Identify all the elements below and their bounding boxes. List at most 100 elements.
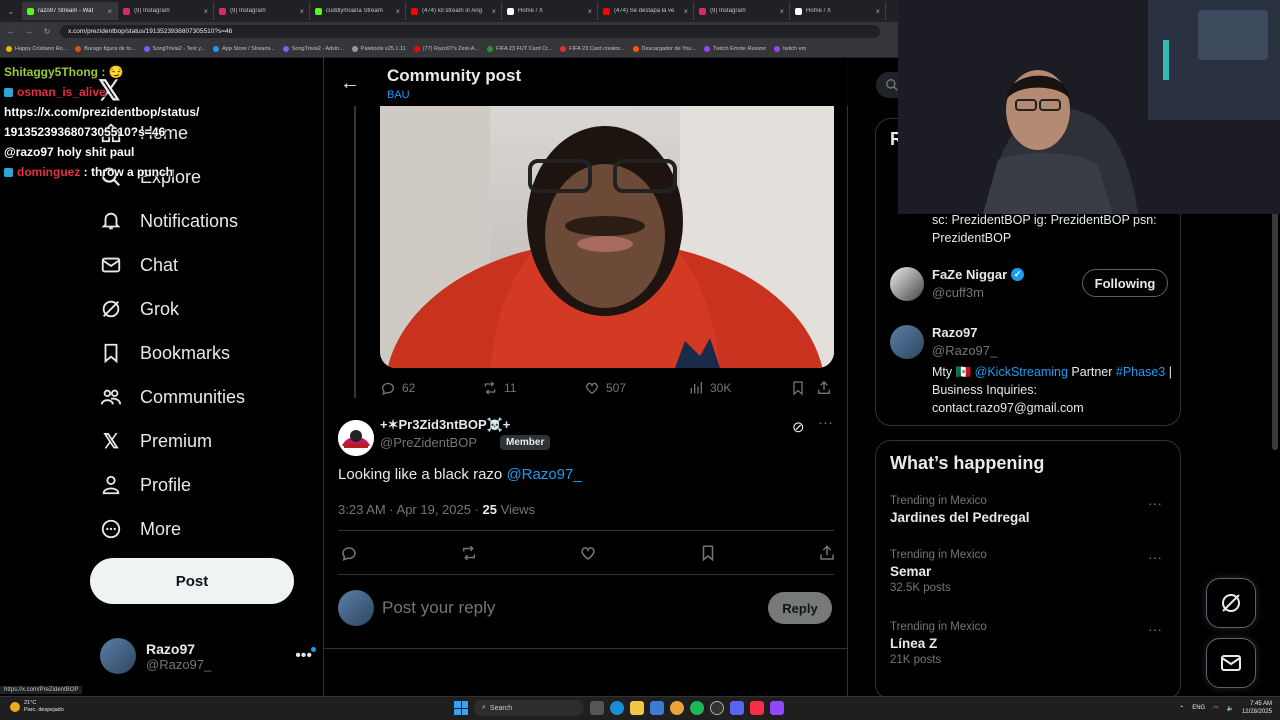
close-icon[interactable]: ×	[875, 7, 880, 16]
nav-item-bookmarks[interactable]: Bookmarks	[100, 342, 230, 364]
repost-action[interactable]: 11	[482, 380, 584, 396]
bookmark-icon[interactable]	[699, 544, 717, 567]
bookmark-item[interactable]: Happy Cristiano Ro...	[6, 45, 67, 52]
reply-action[interactable]: 62	[380, 380, 482, 396]
grok-icon[interactable]: ⊘	[792, 418, 805, 436]
nav-label: Profile	[140, 474, 192, 495]
more-icon[interactable]: ···	[1148, 621, 1162, 637]
trend-item[interactable]: Trending in Mexico Línea Z 21K posts ···	[890, 621, 1170, 666]
author-handle[interactable]: @PreZidentBOP	[380, 435, 477, 450]
close-icon[interactable]: ×	[299, 7, 304, 16]
reload-icon[interactable]: ↻	[42, 27, 52, 36]
bookmark-item[interactable]: Burago figura de to...	[75, 45, 136, 52]
weather-widget[interactable]: 21°C Parc. despejado	[10, 700, 64, 714]
wifi-icon[interactable]: ◠	[1213, 705, 1218, 712]
repost-icon[interactable]	[460, 544, 478, 567]
post-media-image[interactable]	[380, 106, 834, 368]
chrome-icon[interactable]	[670, 701, 684, 715]
bookmark-item[interactable]: Paletools v25.1.11	[351, 45, 406, 52]
views-action[interactable]: 30K	[688, 380, 790, 396]
like-action[interactable]: 507	[584, 380, 688, 396]
more-icon[interactable]: ···	[1148, 495, 1162, 511]
windows-start-icon[interactable]	[454, 701, 468, 715]
mention-link[interactable]: @KickStreaming	[975, 365, 1068, 379]
nav-item-profile[interactable]: Profile	[100, 474, 191, 496]
browser-tab[interactable]: Home / X ×	[502, 2, 598, 20]
author-name[interactable]: +✶Pr3Zid3ntBOP☠️+	[380, 417, 510, 433]
messages-fab-button[interactable]	[1206, 638, 1256, 688]
file-explorer-icon[interactable]	[630, 701, 644, 715]
obs-icon[interactable]	[710, 701, 724, 715]
browser-tab[interactable]: (474) Se destapa la ve ×	[598, 2, 694, 20]
nav-item-communities[interactable]: Communities	[100, 386, 245, 408]
bookmark-item[interactable]: SongTrivia2 - Advin...	[282, 45, 344, 52]
account-switcher[interactable]: Razo97 @Razo97_ •••	[100, 638, 316, 674]
close-icon[interactable]: ×	[491, 7, 496, 16]
chevron-up-icon[interactable]: ⌃	[1179, 705, 1184, 712]
close-icon[interactable]: ×	[683, 7, 688, 16]
volume-icon[interactable]: 🔈	[1226, 705, 1233, 712]
edge-icon[interactable]	[610, 701, 624, 715]
bookmark-action[interactable]	[790, 380, 816, 396]
forward-icon[interactable]: →	[24, 27, 34, 36]
bookmark-item[interactable]: Descargador de You...	[632, 45, 696, 52]
browser-tab[interactable]: Home / X ×	[790, 2, 886, 20]
account-name: Razo97	[146, 640, 196, 657]
nav-item-chat[interactable]: Chat	[100, 254, 178, 276]
bookmark-item[interactable]: twitch em	[774, 45, 806, 52]
browser-tab[interactable]: (474) lol stream in Ang ×	[406, 2, 502, 20]
following-button[interactable]: Following	[1082, 269, 1168, 297]
post-button[interactable]: Post	[90, 558, 294, 604]
music-icon[interactable]	[750, 701, 764, 715]
tab-search-button[interactable]: ⌄	[4, 4, 18, 18]
store-icon[interactable]	[650, 701, 664, 715]
trend-item[interactable]: Trending in Mexico Jardines del Pedregal…	[890, 495, 1170, 525]
taskbar-search[interactable]: ⌕ Search	[474, 700, 584, 716]
browser-tab[interactable]: (9) Instagram ×	[694, 2, 790, 20]
more-icon[interactable]: ···	[1148, 549, 1162, 565]
bookmark-item[interactable]: (77) Razo97's Zest-A...	[413, 45, 479, 52]
task-view-icon[interactable]	[590, 701, 604, 715]
mention-link[interactable]: @Razo97_	[506, 466, 581, 483]
taskbar: 21°C Parc. despejado ⌕ Search ⌃ ENG ◠ 🔈 7:…	[0, 696, 1280, 720]
nav-item-notifications[interactable]: Notifications	[100, 210, 238, 232]
url-input[interactable]: x.com/prezidentbop/status/19135239368073…	[60, 24, 880, 38]
close-icon[interactable]: ×	[203, 7, 208, 16]
clock[interactable]: 7:45 AM 12/28/2025	[1242, 700, 1272, 716]
reply-input[interactable]: Post your reply	[382, 598, 495, 618]
more-icon[interactable]: ···	[818, 414, 833, 431]
share-icon[interactable]	[818, 544, 836, 567]
bookmark-item[interactable]: FIFA 23 FUT Card Cr...	[487, 45, 552, 52]
avatar[interactable]	[338, 420, 374, 456]
back-icon[interactable]: ←	[6, 27, 16, 36]
back-arrow-icon[interactable]: ←	[340, 72, 360, 95]
reply-button[interactable]: Reply	[768, 592, 832, 624]
bookmark-item[interactable]: Twitch Emote Resizer	[703, 45, 766, 52]
grok-fab-button[interactable]	[1206, 578, 1256, 628]
trend-item[interactable]: Trending in Mexico Semar 32.5K posts ···	[890, 549, 1170, 594]
hashtag-link[interactable]: #Phase3	[1116, 365, 1165, 379]
spotify-icon[interactable]	[690, 701, 704, 715]
more-icon[interactable]: •••	[295, 647, 316, 665]
bookmark-item[interactable]: App Store / Streami...	[213, 45, 275, 52]
community-link[interactable]: BAU	[387, 89, 410, 101]
browser-tab[interactable]: (9) Instagram ×	[118, 2, 214, 20]
discord-icon[interactable]	[730, 701, 744, 715]
nav-item-more[interactable]: More	[100, 518, 181, 540]
nav-item-grok[interactable]: Grok	[100, 298, 179, 320]
language-indicator[interactable]: ENG	[1192, 705, 1205, 711]
browser-tab[interactable]: razo97 Stream - Wat ×	[22, 2, 118, 20]
nav-item-premium[interactable]: 𝕏 Premium	[100, 430, 212, 453]
close-icon[interactable]: ×	[779, 7, 784, 16]
close-icon[interactable]: ×	[395, 7, 400, 16]
twitch-icon[interactable]	[770, 701, 784, 715]
share-action[interactable]	[816, 380, 832, 396]
heart-icon[interactable]	[579, 544, 597, 567]
close-icon[interactable]: ×	[107, 7, 112, 16]
close-icon[interactable]: ×	[587, 7, 592, 16]
bookmark-item[interactable]: FIFA 23 Card creator...	[560, 45, 625, 52]
browser-tab[interactable]: (9) Instagram ×	[214, 2, 310, 20]
reply-icon[interactable]	[340, 544, 358, 567]
bookmark-item[interactable]: SongTrivia2 - Test y...	[143, 45, 205, 52]
browser-tab[interactable]: cuddlymoana Stream ×	[310, 2, 406, 20]
